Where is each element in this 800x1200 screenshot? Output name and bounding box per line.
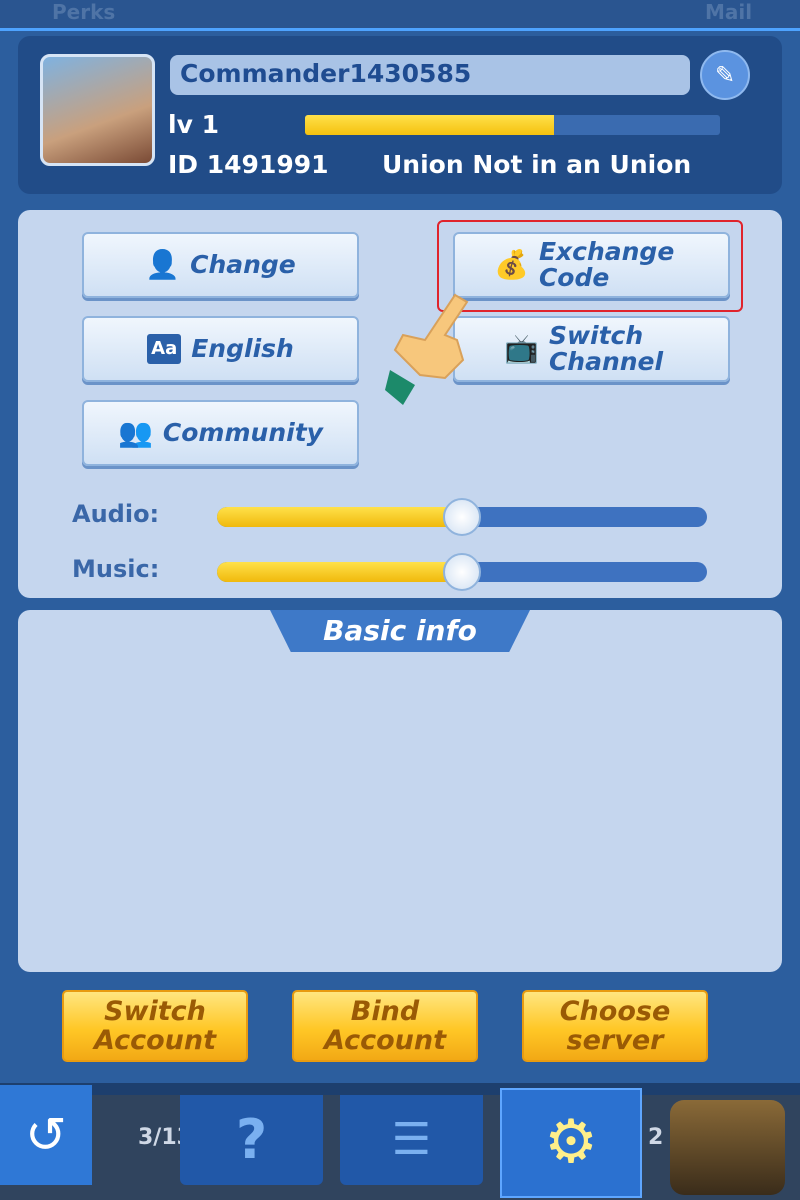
avatar[interactable] xyxy=(40,54,155,166)
switch-channel-button[interactable]: 📺 Switch Channel xyxy=(453,316,730,382)
xp-fill xyxy=(305,115,554,135)
notice-board-icon[interactable]: ☰ xyxy=(340,1095,483,1185)
background-top-strip: Perks Mail xyxy=(0,0,800,30)
audio-fill xyxy=(217,507,462,527)
edit-name-icon[interactable]: ✎ xyxy=(700,50,750,100)
music-fill xyxy=(217,562,462,582)
audio-label: Audio: xyxy=(72,500,160,528)
help-icon[interactable]: ? xyxy=(180,1095,323,1185)
perks-label: Perks xyxy=(52,0,116,24)
xp-progress-bar xyxy=(305,115,720,135)
union-status: Union Not in an Union xyxy=(382,150,692,179)
language-icon: Aa xyxy=(147,334,182,364)
person-icon: 👤 xyxy=(145,248,181,281)
music-slider-handle[interactable] xyxy=(443,553,481,591)
change-label: Change xyxy=(190,250,296,279)
audio-slider-handle[interactable] xyxy=(443,498,481,536)
change-button[interactable]: 👤 Change xyxy=(82,232,359,298)
level-label: lv 1 xyxy=(168,110,219,139)
language-button[interactable]: Aa English xyxy=(82,316,359,382)
music-label: Music: xyxy=(72,555,160,583)
choose-server-button[interactable]: Choose server xyxy=(522,990,708,1062)
tv-icon: 📺 xyxy=(504,332,539,365)
audio-slider[interactable] xyxy=(217,498,707,536)
music-slider[interactable] xyxy=(217,553,707,591)
player-id: ID 1491991 xyxy=(168,150,329,179)
basic-info-title: Basic info xyxy=(270,610,530,652)
back-icon[interactable]: ↺ xyxy=(0,1085,92,1185)
basic-info-panel xyxy=(18,610,782,972)
people-icon: 👥 xyxy=(118,416,153,449)
chest-count: 2 xyxy=(648,1125,664,1150)
mail-label: Mail xyxy=(705,0,753,24)
pointing-hand-icon xyxy=(385,293,469,405)
community-label: Community xyxy=(162,418,323,447)
settings-gear-icon[interactable]: ⚙ xyxy=(500,1088,642,1198)
commander-name-field[interactable]: Commander1430585 xyxy=(170,55,690,95)
bind-account-button[interactable]: Bind Account xyxy=(292,990,478,1062)
community-button[interactable]: 👥 Community xyxy=(82,400,359,466)
language-label: English xyxy=(191,334,294,363)
switch-account-button[interactable]: Switch Account xyxy=(62,990,248,1062)
highlight-box xyxy=(437,220,743,312)
chest-icon[interactable] xyxy=(670,1100,785,1195)
switch-channel-label: Switch Channel xyxy=(548,321,664,376)
